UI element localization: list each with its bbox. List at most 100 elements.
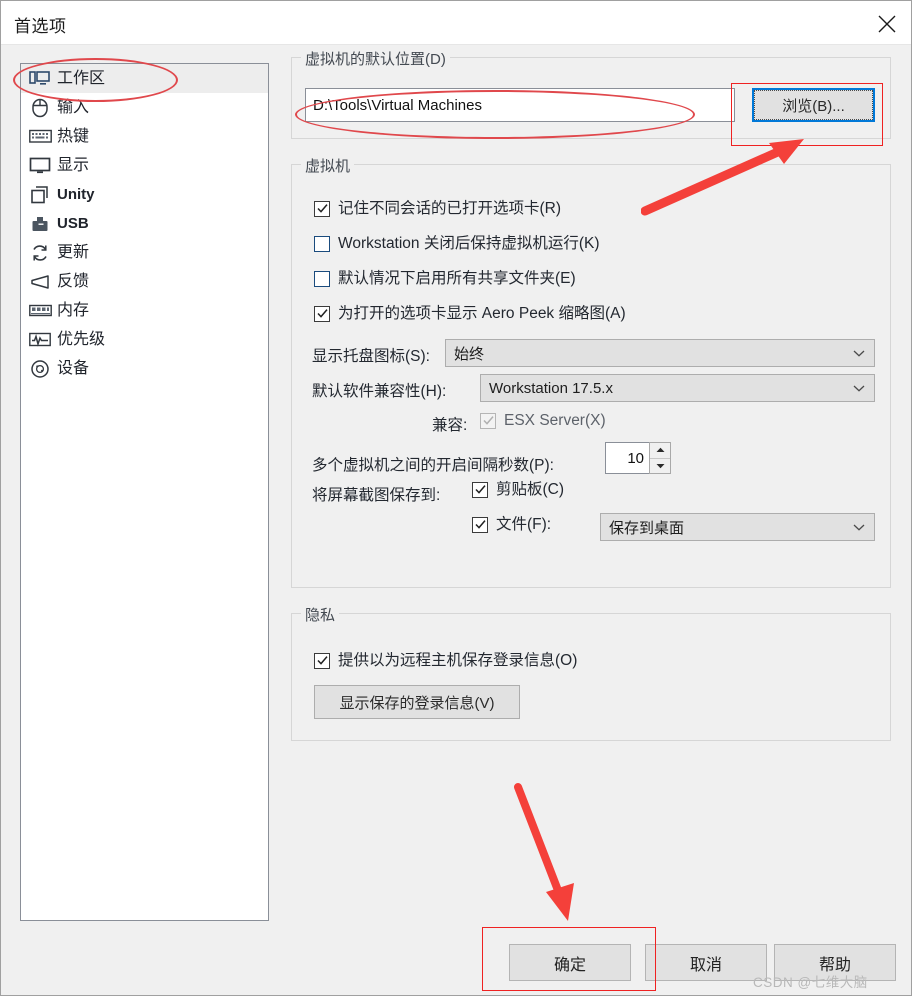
virtual-machine-group: 虚拟机 记住不同会话的已打开选项卡(R) Workstation 关闭后保持虚拟… xyxy=(291,155,891,588)
device-icon xyxy=(28,358,52,380)
checkbox-label: 文件(F): xyxy=(496,516,552,534)
screenshot-destination-select[interactable]: 保存到桌面 xyxy=(600,513,875,541)
enable-shared-folders-checkbox[interactable]: 默认情况下启用所有共享文件夹(E) xyxy=(314,271,576,287)
ok-button[interactable]: 确定 xyxy=(509,944,631,981)
chevron-down-icon xyxy=(853,519,865,536)
tray-icon-value: 始终 xyxy=(454,345,485,363)
sidebar-item-feedback[interactable]: 反馈 xyxy=(21,267,268,296)
stepper-up-button[interactable] xyxy=(650,443,670,459)
virtual-machine-group-title: 虚拟机 xyxy=(301,155,355,176)
sidebar-item-devices[interactable]: 设备 xyxy=(21,354,268,383)
check-icon xyxy=(475,485,486,494)
check-icon xyxy=(317,204,328,213)
sidebar-item-hotkeys[interactable]: 热键 xyxy=(21,122,268,151)
power-on-interval-stepper[interactable]: 10 xyxy=(605,442,671,474)
esx-server-checkbox: ESX Server(X) xyxy=(480,413,606,429)
page-title: 首选项 xyxy=(14,17,67,36)
remember-tabs-checkbox[interactable]: 记住不同会话的已打开选项卡(R) xyxy=(314,201,561,217)
sidebar-item-label: 设备 xyxy=(57,359,90,377)
default-location-group: 虚拟机的默认位置(D) D:\Tools\Virtual Machines 浏览… xyxy=(291,48,891,139)
category-list[interactable]: 工作区 输入 热键 显示 Unity USB 更新 反馈 内存 优先级 设备 xyxy=(20,63,269,921)
usb-icon xyxy=(28,213,52,235)
compatibility-select[interactable]: Workstation 17.5.x xyxy=(480,374,875,402)
mouse-icon xyxy=(28,97,52,119)
refresh-icon xyxy=(28,242,52,264)
compatibility-label: 默认软件兼容性(H): xyxy=(312,383,447,400)
default-location-group-title: 虚拟机的默认位置(D) xyxy=(301,48,450,69)
privacy-group-title: 隐私 xyxy=(301,604,340,625)
check-icon xyxy=(317,656,328,665)
sidebar-item-label: 优先级 xyxy=(57,330,106,348)
screenshot-file-checkbox[interactable]: 文件(F): xyxy=(472,517,551,533)
checkbox-label: 记住不同会话的已打开选项卡(R) xyxy=(338,200,562,218)
display-icon xyxy=(28,155,52,177)
unity-icon xyxy=(28,184,52,206)
priority-icon xyxy=(28,329,52,351)
power-on-interval-label: 多个虚拟机之间的开启间隔秒数(P): xyxy=(312,457,554,474)
caret-down-icon xyxy=(656,463,664,468)
show-saved-credentials-label: 显示保存的登录信息(V) xyxy=(339,694,495,712)
privacy-group: 隐私 提供以为远程主机保存登录信息(O) 显示保存的登录信息(V) xyxy=(291,604,891,741)
sidebar-item-updates[interactable]: 更新 xyxy=(21,238,268,267)
checkbox-label: Workstation 关闭后保持虚拟机运行(K) xyxy=(338,235,600,253)
check-icon xyxy=(317,309,328,318)
chevron-down-icon xyxy=(853,345,865,362)
sidebar-item-priority[interactable]: 优先级 xyxy=(21,325,268,354)
check-icon xyxy=(475,520,486,529)
show-saved-credentials-button[interactable]: 显示保存的登录信息(V) xyxy=(314,685,520,719)
sidebar-item-workspace[interactable]: 工作区 xyxy=(21,64,268,93)
screenshot-destination-value: 保存到桌面 xyxy=(609,519,685,537)
screenshot-save-label: 将屏幕截图保存到: xyxy=(312,487,441,504)
settings-pane: 虚拟机的默认位置(D) D:\Tools\Virtual Machines 浏览… xyxy=(291,48,891,741)
tray-icon-select[interactable]: 始终 xyxy=(445,339,875,367)
checkbox-label: 默认情况下启用所有共享文件夹(E) xyxy=(338,270,576,288)
default-location-value: D:\Tools\Virtual Machines xyxy=(313,96,482,114)
checkbox-label: 为打开的选项卡显示 Aero Peek 缩略图(A) xyxy=(338,305,626,323)
cancel-button-label: 取消 xyxy=(689,956,722,974)
cancel-button[interactable]: 取消 xyxy=(645,944,767,981)
sidebar-item-unity[interactable]: Unity xyxy=(21,180,268,209)
screenshot-clipboard-checkbox[interactable]: 剪贴板(C) xyxy=(472,482,564,498)
browse-button-label: 浏览(B)... xyxy=(782,97,845,115)
checkbox-label: ESX Server(X) xyxy=(504,412,606,430)
browse-button[interactable]: 浏览(B)... xyxy=(752,88,875,122)
checkbox-box xyxy=(480,413,496,429)
sidebar-item-label: 内存 xyxy=(57,301,90,319)
megaphone-icon xyxy=(28,271,52,293)
sidebar-item-label: 输入 xyxy=(57,98,90,116)
sidebar-item-memory[interactable]: 内存 xyxy=(21,296,268,325)
title-bar: 首选项 xyxy=(1,1,911,45)
sidebar-item-label: 工作区 xyxy=(57,69,106,87)
keyboard-icon xyxy=(28,126,52,148)
chevron-down-icon xyxy=(853,380,865,397)
checkbox-box xyxy=(314,201,330,217)
checkbox-box xyxy=(314,653,330,669)
sidebar-item-label: 显示 xyxy=(57,156,90,174)
default-location-input[interactable]: D:\Tools\Virtual Machines xyxy=(305,88,735,122)
ok-button-label: 确定 xyxy=(553,956,586,974)
check-icon xyxy=(483,416,494,425)
checkbox-box xyxy=(472,517,488,533)
checkbox-box xyxy=(314,306,330,322)
memory-icon xyxy=(28,300,52,322)
sidebar-item-usb[interactable]: USB xyxy=(21,209,268,238)
aero-peek-checkbox[interactable]: 为打开的选项卡显示 Aero Peek 缩略图(A) xyxy=(314,306,626,322)
checkbox-box xyxy=(314,236,330,252)
caret-up-icon xyxy=(656,448,664,453)
sidebar-item-label: 更新 xyxy=(57,243,90,261)
keep-vms-running-checkbox[interactable]: Workstation 关闭后保持虚拟机运行(K) xyxy=(314,236,600,252)
sidebar-item-label: USB xyxy=(57,215,89,232)
sidebar-item-display[interactable]: 显示 xyxy=(21,151,268,180)
stepper-down-button[interactable] xyxy=(650,458,670,473)
power-on-interval-value[interactable]: 10 xyxy=(605,442,649,474)
preferences-dialog: 首选项 工作区 输入 热键 显示 Unity USB 更新 反馈 内存 优先级 … xyxy=(0,0,912,996)
close-button[interactable] xyxy=(863,1,911,44)
esx-compat-label: 兼容: xyxy=(432,417,468,434)
sidebar-item-label: 热键 xyxy=(57,127,90,145)
save-credentials-checkbox[interactable]: 提供以为远程主机保存登录信息(O) xyxy=(314,653,577,669)
checkbox-box xyxy=(314,271,330,287)
sidebar-item-input[interactable]: 输入 xyxy=(21,93,268,122)
checkbox-label: 提供以为远程主机保存登录信息(O) xyxy=(338,652,578,670)
watermark: CSDN @七维大脑 xyxy=(753,975,868,990)
tray-icon-label: 显示托盘图标(S): xyxy=(312,348,430,365)
